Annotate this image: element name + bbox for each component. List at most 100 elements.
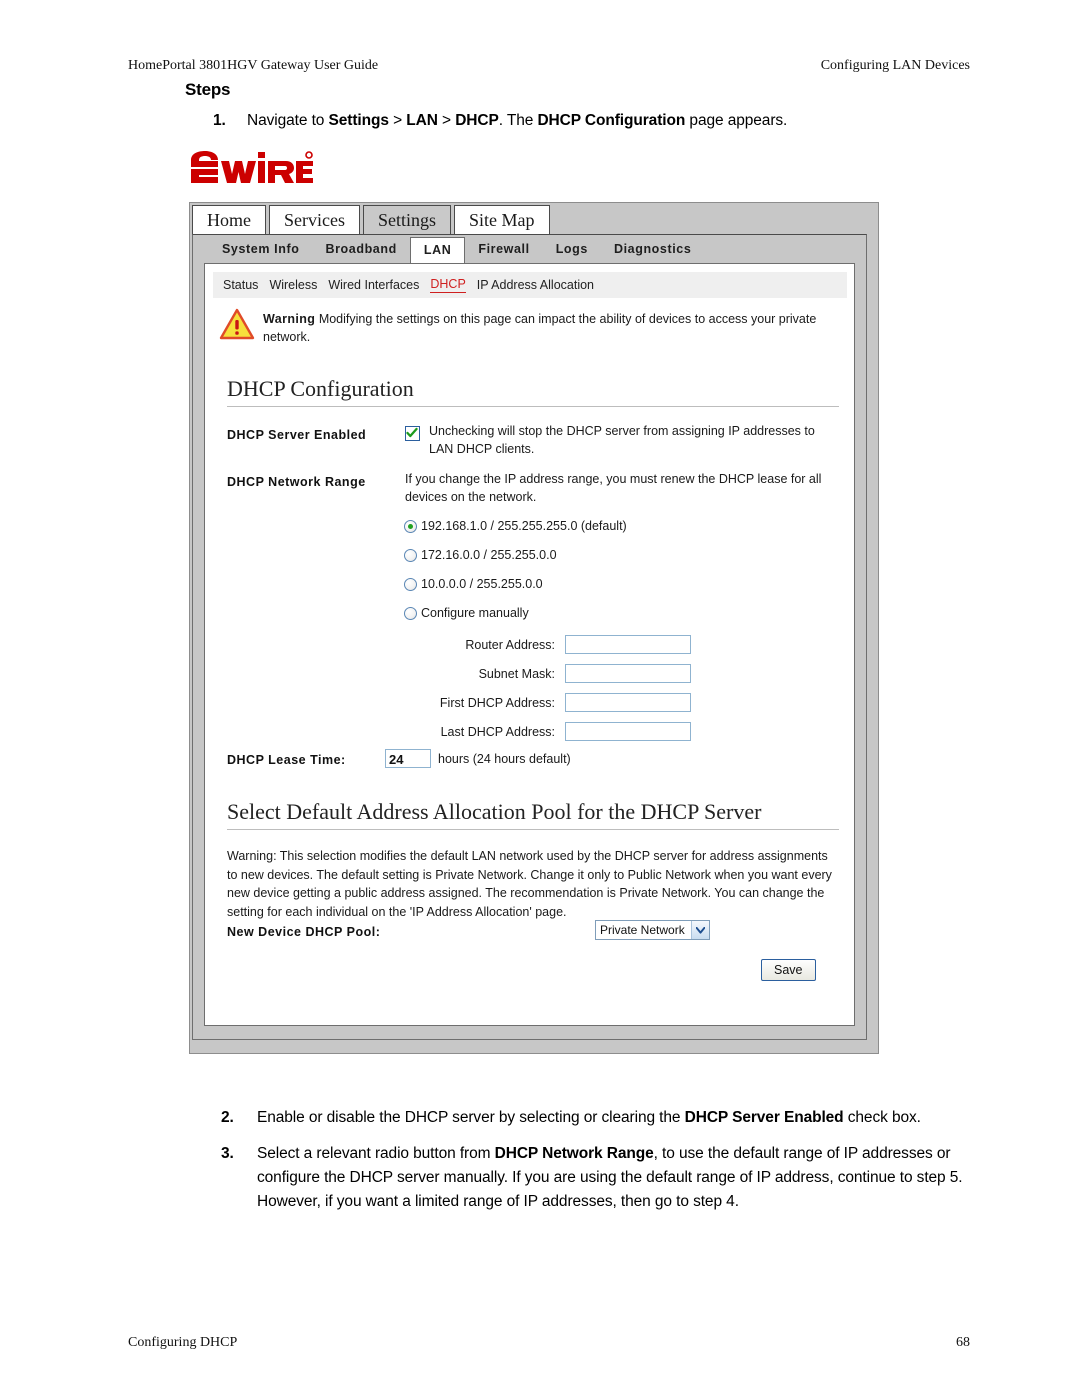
radio-label-manual: Configure manually	[421, 606, 529, 620]
sub-tab-firewall[interactable]: Firewall	[465, 237, 542, 265]
dhcp-configuration-section-heading: DHCP Configuration	[227, 376, 839, 407]
step-1-text-a: Navigate to	[247, 112, 329, 129]
dhcp-server-enabled-checkbox[interactable]	[405, 426, 420, 441]
step-1-sep-1: >	[388, 112, 407, 129]
radio-option-configure-manually[interactable]: Configure manually	[404, 606, 529, 620]
first-dhcp-address-input[interactable]	[565, 693, 691, 712]
steps-heading: Steps	[185, 80, 231, 99]
page-warning-banner: Warning Modifying the settings on this p…	[219, 306, 847, 347]
settings-panel: System Info Broadband LAN Firewall Logs …	[192, 234, 867, 1040]
step-1-text-e: page appears.	[685, 112, 788, 129]
step-1-bold-settings: Settings	[328, 112, 389, 129]
label-last-dhcp-address: Last DHCP Address:	[440, 724, 555, 739]
gateway-window-frame: Home Services Settings Site Map System I…	[189, 202, 879, 1054]
document-footer: Configuring DHCP 68	[128, 1335, 970, 1351]
step-2-bold: DHCP Server Enabled	[684, 1109, 844, 1126]
dhcp-server-enabled-description: Unchecking will stop the DHCP server fro…	[429, 424, 815, 456]
radio-label-default: 192.168.1.0 / 255.255.255.0 (default)	[421, 519, 627, 533]
header-right-title: Configuring LAN Devices	[820, 58, 970, 73]
2wire-logo	[189, 150, 313, 186]
step-3-number: 3.	[221, 1145, 234, 1162]
warning-banner-bold: Warning	[263, 312, 316, 326]
sub-tab-bar: System Info Broadband LAN Firewall Logs …	[193, 235, 704, 266]
section-rule-2	[227, 829, 839, 830]
nav-ip-address-allocation[interactable]: IP Address Allocation	[477, 278, 594, 292]
main-tab-site-map[interactable]: Site Map	[454, 205, 550, 236]
step-1-text-d: . The	[498, 112, 538, 129]
dhcp-lease-time-row: 24 hours (24 hours default)	[385, 749, 571, 768]
radio-dot-default	[404, 519, 417, 533]
address-pool-section-heading: Select Default Address Allocation Pool f…	[227, 799, 839, 830]
step-1-bold-lan: LAN	[406, 112, 438, 129]
lan-section-nav: Status Wireless Wired Interfaces DHCP IP…	[213, 272, 847, 298]
chevron-down-icon[interactable]	[690, 921, 709, 939]
warning-banner-text: Warning Modifying the settings on this p…	[263, 306, 847, 346]
section-title-dhcp-configuration: DHCP Configuration	[227, 376, 414, 401]
step-2-text-b: check box.	[843, 1109, 921, 1126]
warning-triangle-icon	[219, 306, 263, 347]
main-tab-services[interactable]: Services	[269, 205, 360, 236]
step-3-text-a: Select a relevant radio button from	[257, 1145, 495, 1162]
sub-tab-lan[interactable]: LAN	[409, 237, 466, 266]
dhcp-lease-time-input[interactable]: 24	[385, 749, 431, 768]
radio-option-10-0-0-0[interactable]: 10.0.0.0 / 255.255.0.0	[404, 577, 543, 591]
step-3: 3. Select a relevant radio button from D…	[221, 1142, 971, 1214]
step-1-sep-2: >	[437, 112, 456, 129]
label-subnet-mask: Subnet Mask:	[478, 666, 555, 681]
header-left-title: HomePortal 3801HGV Gateway User Guide	[128, 58, 379, 73]
nav-status[interactable]: Status	[223, 278, 258, 292]
radio-label-172: 172.16.0.0 / 255.255.0.0	[421, 548, 557, 562]
main-tab-bar: Home Services Settings Site Map	[190, 203, 553, 236]
radio-option-192-168-1-0[interactable]: 192.168.1.0 / 255.255.255.0 (default)	[404, 519, 627, 533]
field-row-first-dhcp-address: First DHCP Address:	[415, 693, 691, 712]
radio-dot-manual	[404, 606, 417, 620]
step-2-text-a: Enable or disable the DHCP server by sel…	[257, 1109, 685, 1126]
field-row-last-dhcp-address: Last DHCP Address:	[415, 722, 691, 741]
label-dhcp-network-range: DHCP Network Range	[227, 475, 366, 489]
label-dhcp-server-enabled: DHCP Server Enabled	[227, 428, 367, 442]
radio-label-10: 10.0.0.0 / 255.255.0.0	[421, 577, 543, 591]
steps-list-bottom: 2. Enable or disable the DHCP server by …	[221, 1106, 971, 1226]
page-number: 68	[956, 1335, 970, 1350]
nav-dhcp[interactable]: DHCP	[430, 277, 466, 293]
step-1: 1. Navigate to Settings > LAN > DHCP. The…	[213, 112, 787, 130]
dhcp-network-range-description: If you change the IP address range, you …	[405, 472, 822, 504]
radio-dot-10	[404, 577, 417, 591]
radio-option-172-16-0-0[interactable]: 172.16.0.0 / 255.255.0.0	[404, 548, 557, 562]
page-content: Status Wireless Wired Interfaces DHCP IP…	[204, 263, 855, 1026]
step-3-text: Select a relevant radio button from DHCP…	[257, 1142, 971, 1214]
label-new-device-dhcp-pool: New Device DHCP Pool:	[227, 925, 381, 939]
step-2-number: 2.	[221, 1109, 234, 1126]
document-header: HomePortal 3801HGV Gateway User Guide Co…	[128, 58, 970, 74]
field-row-router-address: Router Address:	[415, 635, 691, 654]
address-pool-warning-paragraph: Warning: This selection modifies the def…	[227, 849, 832, 919]
sub-tab-system-info[interactable]: System Info	[209, 237, 312, 265]
main-tab-settings[interactable]: Settings	[362, 205, 451, 236]
router-address-input[interactable]	[565, 635, 691, 654]
nav-wired-interfaces[interactable]: Wired Interfaces	[328, 278, 419, 292]
step-1-number: 1.	[213, 112, 226, 129]
sub-tab-logs[interactable]: Logs	[543, 237, 601, 265]
new-device-dhcp-pool-select[interactable]: Private Network	[595, 920, 710, 940]
sub-tab-broadband[interactable]: Broadband	[312, 237, 409, 265]
subnet-mask-input[interactable]	[565, 664, 691, 683]
label-dhcp-lease-time: DHCP Lease Time:	[227, 753, 346, 767]
section-title-address-pool: Select Default Address Allocation Pool f…	[227, 799, 762, 824]
step-1-bold-dhcp: DHCP	[455, 112, 499, 129]
dhcp-lease-time-suffix: hours (24 hours default)	[438, 751, 571, 766]
footer-left-title: Configuring DHCP	[128, 1335, 238, 1350]
warning-banner-body: Modifying the settings on this page can …	[263, 312, 817, 344]
label-router-address: Router Address:	[465, 637, 555, 652]
last-dhcp-address-input[interactable]	[565, 722, 691, 741]
nav-wireless[interactable]: Wireless	[269, 278, 317, 292]
step-2: 2. Enable or disable the DHCP server by …	[221, 1106, 971, 1130]
field-row-subnet-mask: Subnet Mask:	[415, 664, 691, 683]
section-rule-1	[227, 406, 839, 407]
step-1-bold-dhcp-config: DHCP Configuration	[537, 112, 686, 129]
step-2-text: Enable or disable the DHCP server by sel…	[257, 1106, 921, 1130]
new-device-dhcp-pool-value: Private Network	[600, 923, 685, 937]
main-tab-home[interactable]: Home	[192, 205, 266, 236]
sub-tab-diagnostics[interactable]: Diagnostics	[601, 237, 704, 265]
save-button[interactable]: Save	[761, 959, 816, 981]
embedded-gateway-screenshot: Home Services Settings Site Map System I…	[189, 148, 879, 1054]
